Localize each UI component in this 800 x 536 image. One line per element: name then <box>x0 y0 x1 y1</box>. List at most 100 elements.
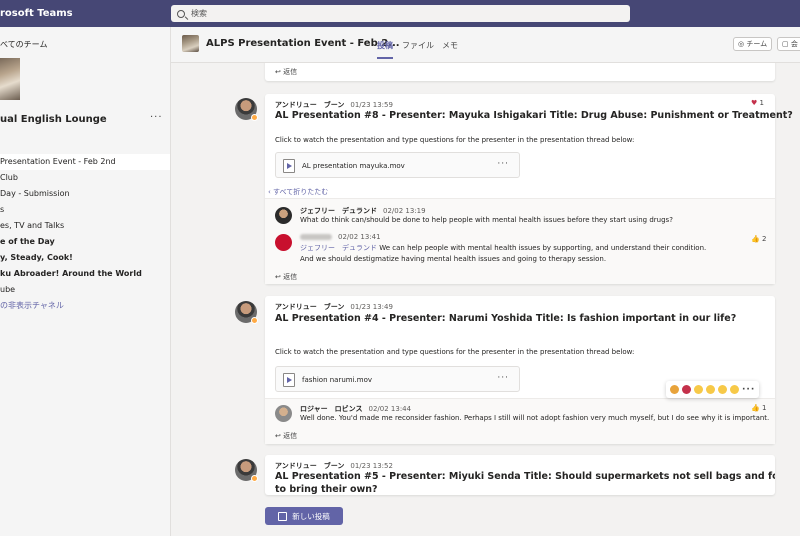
active-tab-indicator <box>377 57 393 59</box>
reply-link[interactable]: ↩ 返信 <box>275 431 297 441</box>
presence-indicator <box>251 475 258 482</box>
more-options-icon[interactable]: ··· <box>497 159 509 169</box>
laugh-icon[interactable] <box>694 385 703 394</box>
more-options-icon[interactable]: ··· <box>742 385 755 395</box>
reply-link[interactable]: ↩ 返信 <box>275 272 297 282</box>
sad-icon[interactable] <box>718 385 727 394</box>
reaction-count: 2 <box>761 235 767 243</box>
avatar[interactable] <box>275 234 292 251</box>
sidebar-item-channel[interactable]: y, Steady, Cook! <box>0 250 170 266</box>
reply-text: ジェフリー デュランド We can help people with ment… <box>300 243 706 253</box>
sidebar-item-channel[interactable]: ube <box>0 282 170 298</box>
file-name: fashion narumi.mov <box>302 376 372 384</box>
reply-text: Well done. You'd made me reconsider fash… <box>300 414 770 422</box>
angry-icon[interactable] <box>730 385 739 394</box>
tab-posts[interactable]: 投稿 <box>377 40 393 51</box>
tab-files[interactable]: ファイル <box>402 40 434 51</box>
hidden-channels-link[interactable]: の非表示チャネル <box>0 298 170 314</box>
conversation-feed: ↩ 返信 アンドリュー ブーン 01/23 13:59 ♥ 1 AL Presen… <box>171 63 800 536</box>
sidebar-item-channel[interactable]: e of the Day <box>0 234 170 250</box>
mention[interactable]: ジェフリー デュランド <box>300 244 377 252</box>
channel-header: ALPS Presentation Event - Feb 2... 投稿 ファ… <box>171 27 800 63</box>
post-title: AL Presentation #5 - Presenter: Miyuki S… <box>275 471 775 482</box>
post-title-continued: to bring their own? <box>275 484 378 495</box>
search-box[interactable]: 検索 <box>171 5 630 22</box>
sidebar-item-channel[interactable]: Day - Submission <box>0 186 170 202</box>
app-title: rosoft Teams <box>0 8 73 19</box>
reply-meta: ジェフリー デュランド 02/02 13:19 <box>300 206 426 216</box>
post-card: アンドリュー ブーン 01/23 13:52 AL Presentation #5… <box>265 455 775 495</box>
reply-meta: 02/02 13:41 <box>300 233 381 241</box>
collapse-all-link[interactable]: ‹ すべて折りたたむ <box>268 187 328 197</box>
reply-text-main: We can help people with mental health is… <box>377 244 707 252</box>
post-card: アンドリュー ブーン 01/23 13:59 ♥ 1 AL Presentatio… <box>265 94 793 284</box>
avatar[interactable] <box>275 405 292 422</box>
surprised-icon[interactable] <box>706 385 715 394</box>
reply-text: What do think can/should be done to help… <box>300 216 673 224</box>
tab-notes[interactable]: メモ <box>442 40 458 51</box>
thread-area: ロジャー ロビンス 02/02 13:44 Well done. You'd ma… <box>265 398 775 444</box>
meet-button-label: 会 <box>790 40 798 48</box>
post-card: ↩ 返信 <box>265 63 775 81</box>
search-icon <box>177 9 185 18</box>
redacted-name <box>300 234 332 240</box>
all-teams-link[interactable]: べてのチーム <box>0 39 47 50</box>
heart-reaction[interactable]: ♥ 1 <box>751 99 764 107</box>
post-author[interactable]: アンドリュー ブーン <box>275 462 344 470</box>
team-name: ual English Lounge <box>0 114 107 125</box>
sidebar-item-channel[interactable]: Presentation Event - Feb 2nd <box>0 154 170 170</box>
file-attachment[interactable]: AL presentation mayuka.mov ··· <box>275 152 520 178</box>
post-meta: アンドリュー ブーン 01/23 13:52 <box>275 461 393 471</box>
post-author[interactable]: アンドリュー ブーン <box>275 101 344 109</box>
sidebar-item-channel[interactable]: s <box>0 202 170 218</box>
collapse-label: すべて折りたたむ <box>273 188 329 196</box>
reply-author[interactable]: ロジャー ロビンス <box>300 405 363 413</box>
reaction-count: 1 <box>761 404 767 412</box>
team-button-label: チーム <box>746 40 768 48</box>
top-bar: rosoft Teams 検索 <box>0 0 800 27</box>
video-file-icon <box>283 373 295 387</box>
avatar[interactable] <box>275 207 292 224</box>
team-sidebar: べてのチーム ual English Lounge ··· Presentati… <box>0 27 171 536</box>
reaction-picker: ··· <box>666 381 760 398</box>
heart-icon[interactable] <box>682 385 691 394</box>
reply-label: 返信 <box>283 68 298 76</box>
sidebar-item-channel[interactable]: Club <box>0 170 170 186</box>
post-body: Click to watch the presentation and type… <box>275 136 635 144</box>
sidebar-item-channel[interactable]: es, TV and Talks <box>0 218 170 234</box>
more-options-icon[interactable]: ··· <box>497 373 509 383</box>
file-attachment[interactable]: fashion narumi.mov ··· <box>275 366 520 392</box>
reply-time: 02/02 13:44 <box>368 405 412 413</box>
thumbs-up-icon: 👍 <box>751 235 760 243</box>
reply-label: 返信 <box>283 432 298 440</box>
file-name: AL presentation mayuka.mov <box>302 162 405 170</box>
heart-icon: ♥ <box>751 99 758 107</box>
like-reaction[interactable]: 👍 1 <box>751 404 766 412</box>
reply-link[interactable]: ↩ 返信 <box>275 67 297 77</box>
team-button[interactable]: ◎ チーム <box>733 37 773 51</box>
sidebar-item-channel[interactable]: ku Abroader! Around the World <box>0 266 170 282</box>
post-meta: アンドリュー ブーン 01/23 13:59 <box>275 100 393 110</box>
post-title: AL Presentation #8 - Presenter: Mayuka I… <box>275 110 793 121</box>
like-reaction[interactable]: 👍 2 <box>751 235 766 243</box>
new-post-label: 新しい投稿 <box>292 511 330 521</box>
team-more-options-icon[interactable]: ··· <box>150 112 163 123</box>
post-meta: アンドリュー ブーン 01/23 13:49 <box>275 302 393 312</box>
team-avatar <box>0 58 20 100</box>
compose-icon <box>278 511 288 521</box>
reply-author[interactable]: ジェフリー デュランド <box>300 207 377 215</box>
post-time: 01/23 13:52 <box>350 462 393 470</box>
channel-title: ALPS Presentation Event - Feb 2... <box>206 38 400 49</box>
presence-indicator <box>251 317 258 324</box>
thumbs-up-icon: 👍 <box>751 404 760 412</box>
channel-avatar <box>182 35 199 52</box>
like-icon[interactable] <box>670 385 679 394</box>
post-time: 01/23 13:59 <box>350 101 393 109</box>
post-card: アンドリュー ブーン 01/23 13:49 AL Presentation #4… <box>265 296 775 444</box>
reply-time: 02/02 13:19 <box>383 207 426 215</box>
meet-button[interactable]: ▢ 会 <box>777 37 800 51</box>
new-post-button[interactable]: 新しい投稿 <box>265 507 343 525</box>
channel-list: Presentation Event - Feb 2nd Club Day - … <box>0 154 170 314</box>
post-author[interactable]: アンドリュー ブーン <box>275 303 344 311</box>
reply-text: And we should destigmatize having mental… <box>300 255 607 263</box>
